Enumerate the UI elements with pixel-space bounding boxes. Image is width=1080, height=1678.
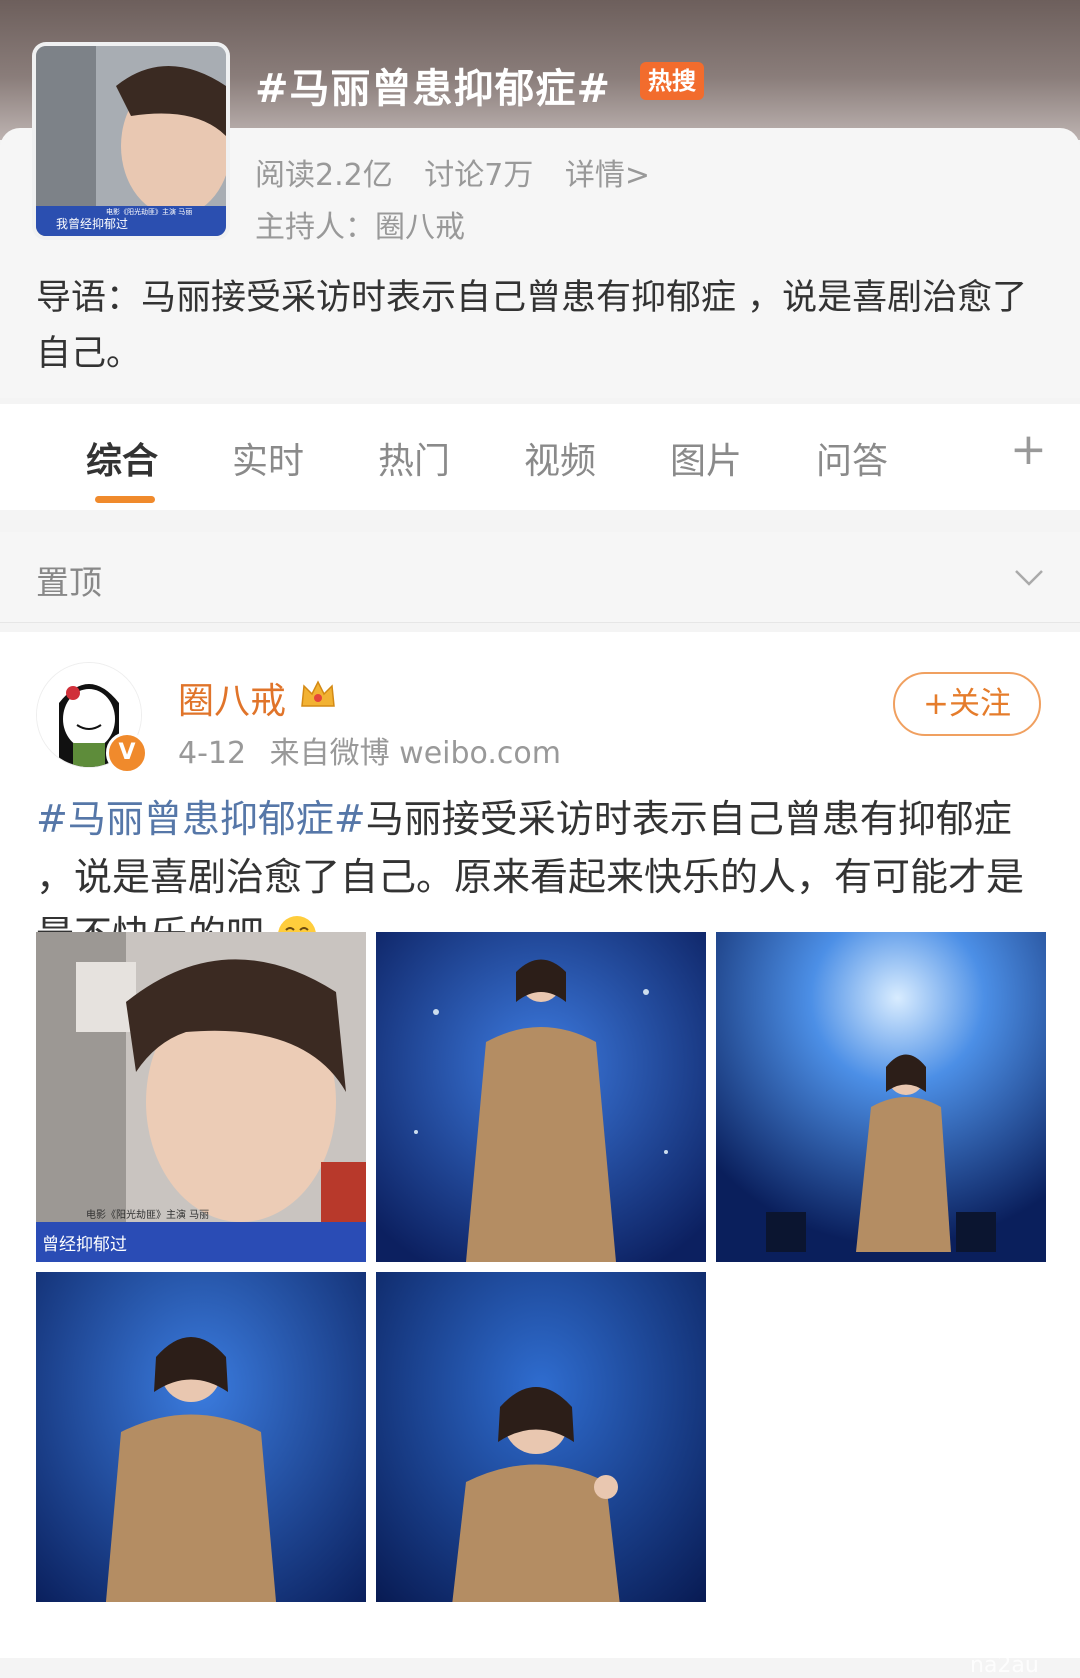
photo-caption-small: 电影《阳光劫匪》主演 马丽	[86, 1208, 209, 1221]
post-photo-1[interactable]: 曾经抑郁过 电影《阳光劫匪》主演 马丽	[36, 932, 366, 1262]
tab-comprehensive[interactable]: 综合	[86, 432, 158, 484]
post-hashtag[interactable]: #马丽曾患抑郁症#	[36, 797, 366, 841]
post-source: 来自微博 weibo.com	[269, 736, 561, 771]
weibo-post: V 圈八戒 4-12 来自微博 weibo.com +关注 #马丽曾患抑郁症#马…	[0, 632, 1080, 1658]
tab-realtime[interactable]: 实时	[232, 432, 304, 484]
cover-caption-small: 电影《阳光劫匪》主演 马丽	[106, 207, 192, 216]
active-tab-indicator	[95, 496, 155, 503]
topic-host[interactable]: 主持人：圈八戒	[255, 202, 465, 246]
follow-button[interactable]: +关注	[893, 672, 1041, 736]
watermark: Chi na2au	[970, 1628, 1039, 1678]
tab-bar: 综合 实时 热门 视频 图片 问答 +	[0, 404, 1080, 510]
topic-stats: 阅读2.2亿 讨论7万 详情>	[255, 150, 672, 194]
add-tab-button[interactable]: +	[1010, 424, 1047, 475]
discussion-count: 讨论7万	[424, 158, 534, 193]
post-photo-4[interactable]	[36, 1272, 366, 1602]
topic-title: #马丽曾患抑郁症#	[255, 66, 612, 112]
post-date: 4-12	[178, 736, 247, 771]
topic-cover-image[interactable]: 我曾经抑郁过 电影《阳光劫匪》主演 马丽	[32, 42, 230, 240]
tab-qa[interactable]: 问答	[816, 432, 888, 484]
tab-video[interactable]: 视频	[524, 432, 596, 484]
verified-badge: V	[106, 732, 148, 774]
cover-caption: 我曾经抑郁过	[56, 216, 128, 231]
tab-images[interactable]: 图片	[670, 432, 742, 484]
post-photo-2[interactable]	[376, 932, 706, 1262]
topic-lead: 导语：马丽接受采访时表示自己曾患有抑郁症 ，说是喜剧治愈了自己。	[36, 278, 1028, 374]
username[interactable]: 圈八戒	[178, 672, 286, 724]
pinned-label: 置顶	[36, 563, 102, 602]
photo-caption: 曾经抑郁过	[42, 1235, 127, 1255]
hot-badge: 热搜	[640, 62, 704, 100]
post-photo-3[interactable]	[716, 932, 1046, 1262]
chevron-down-icon[interactable]	[1012, 560, 1046, 594]
read-count: 阅读2.2亿	[255, 158, 393, 193]
details-link[interactable]: 详情>	[565, 158, 650, 193]
post-photo-5[interactable]	[376, 1272, 706, 1602]
post-meta: 4-12 来自微博 weibo.com	[178, 728, 575, 772]
pinned-section[interactable]: 置顶	[0, 532, 1080, 623]
tab-hot[interactable]: 热门	[378, 432, 450, 484]
crown-icon	[301, 680, 335, 707]
